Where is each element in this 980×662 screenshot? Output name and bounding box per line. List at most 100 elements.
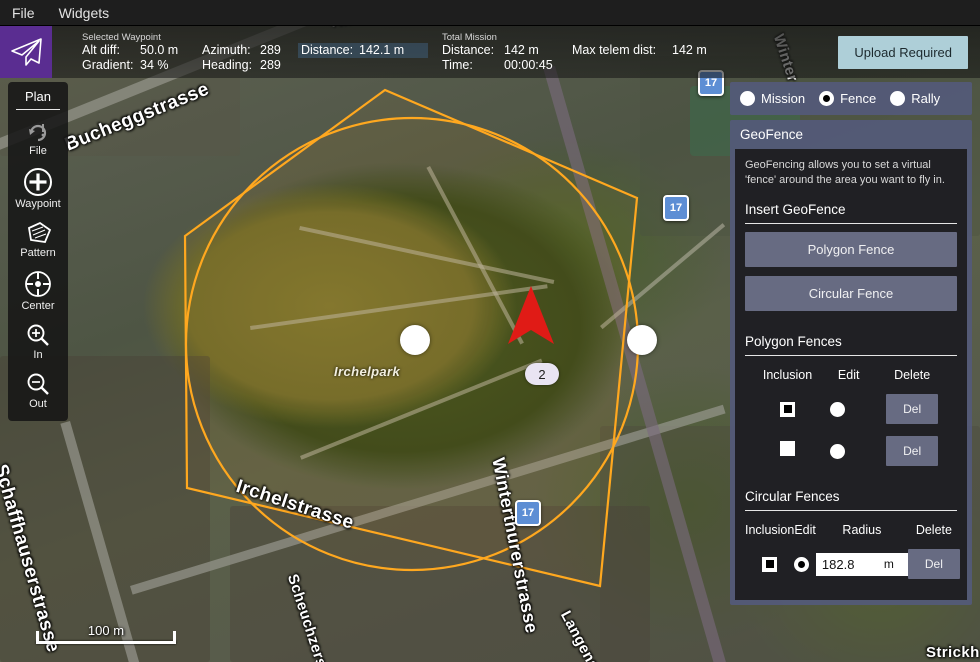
map-path xyxy=(299,226,554,284)
vehicle-arrow-icon[interactable] xyxy=(502,284,562,354)
radio-mission-label: Mission xyxy=(761,91,805,106)
file-sync-icon xyxy=(25,120,51,144)
mission-time-label: Time: xyxy=(442,58,504,73)
table-row: Del xyxy=(745,391,957,433)
polygon-fences-table: Inclusion Edit Delete Del Del xyxy=(745,364,957,475)
gradient-value: 34 % xyxy=(140,58,169,73)
tool-label: File xyxy=(29,145,47,157)
distance-label: Distance: xyxy=(301,43,359,58)
delete-button[interactable]: Del xyxy=(886,394,938,424)
edit-radio[interactable] xyxy=(830,402,845,417)
radio-rally-indicator xyxy=(890,91,905,106)
route-shield-icon: 17 xyxy=(515,500,541,526)
waypoint-marker[interactable] xyxy=(400,325,430,355)
edit-radio[interactable] xyxy=(830,444,845,459)
alt-diff-label: Alt diff: xyxy=(82,43,140,58)
mission-distance-value: 142 m xyxy=(504,43,539,58)
cell-delete: Del xyxy=(867,391,957,433)
edit-radio[interactable] xyxy=(794,557,809,572)
zoom-out-icon xyxy=(25,371,51,397)
col-edit: Edit xyxy=(794,519,816,546)
table-header-row: Inclusion Edit Radius Delete xyxy=(745,519,960,546)
radio-mission[interactable]: Mission xyxy=(740,91,805,106)
table-row: m Del xyxy=(745,546,960,588)
qgroundcontrol-window: File Widgets Bucheggstrasse Irchelstrass… xyxy=(0,0,980,662)
geofence-card-body: GeoFencing allows you to set a virtual '… xyxy=(735,149,967,600)
cell-inclusion xyxy=(745,391,830,433)
tool-pattern[interactable]: Pattern xyxy=(8,214,68,263)
divider xyxy=(745,223,957,224)
mission-time-value: 00:00:45 xyxy=(504,58,553,73)
heading-value: 289 xyxy=(260,58,281,73)
app-logo-icon[interactable] xyxy=(0,26,52,78)
geofence-description: GeoFencing allows you to set a virtual '… xyxy=(745,158,957,188)
selected-waypoint-group: Selected Waypoint Alt diff:50.0 m Gradie… xyxy=(78,26,428,78)
col-delete: Delete xyxy=(908,519,960,546)
plan-type-selector: Mission Fence Rally xyxy=(730,82,972,115)
menu-item-widgets[interactable]: Widgets xyxy=(47,2,122,24)
col-radius: Radius xyxy=(816,519,908,546)
delete-button[interactable]: Del xyxy=(886,436,938,466)
radio-rally[interactable]: Rally xyxy=(890,91,940,106)
tool-zoom-in[interactable]: In xyxy=(8,316,68,365)
polygon-pattern-icon xyxy=(23,220,53,246)
inclusion-checkbox[interactable] xyxy=(780,441,795,456)
tool-label: Center xyxy=(21,300,54,312)
upload-required-button[interactable]: Upload Required xyxy=(838,36,968,69)
cell-delete: Del xyxy=(908,546,960,588)
scale-bar-label: 100 m xyxy=(36,623,176,638)
inclusion-checkbox[interactable] xyxy=(762,557,777,572)
mission-distance-label: Distance: xyxy=(442,43,504,58)
cell-radius: m xyxy=(816,546,908,588)
col-delete: Delete xyxy=(867,364,957,391)
radio-rally-label: Rally xyxy=(911,91,940,106)
radius-unit: m xyxy=(884,557,894,571)
waypoint-marker[interactable] xyxy=(627,325,657,355)
distance-value: 142.1 m xyxy=(359,43,404,58)
delete-button[interactable]: Del xyxy=(908,549,960,579)
geofence-panel: Mission Fence Rally GeoFence GeoFencing … xyxy=(730,82,972,605)
selected-waypoint-caption: Selected Waypoint xyxy=(82,32,428,43)
map-label-park: Irchelpark xyxy=(334,364,400,379)
cell-delete: Del xyxy=(867,433,957,475)
insert-geofence-title: Insert GeoFence xyxy=(745,202,957,217)
cell-edit xyxy=(830,391,867,433)
total-mission-group: Total Mission Distance:142 m Time:00:00:… xyxy=(438,26,742,78)
paper-plane-icon xyxy=(9,37,43,67)
cell-inclusion xyxy=(745,546,794,588)
tool-waypoint[interactable]: Waypoint xyxy=(8,161,68,214)
menu-bar: File Widgets xyxy=(0,0,980,26)
divider xyxy=(16,109,60,110)
plan-panel-title: Plan xyxy=(8,87,68,109)
radio-mission-indicator xyxy=(740,91,755,106)
col-inclusion: Inclusion xyxy=(745,364,830,391)
gradient-label: Gradient: xyxy=(82,58,140,73)
divider xyxy=(745,510,957,511)
radius-field[interactable]: m xyxy=(816,553,908,576)
crosshair-center-icon xyxy=(23,269,53,299)
max-telem-label: Max telem dist: xyxy=(572,43,672,58)
tool-zoom-out[interactable]: Out xyxy=(8,365,68,414)
azimuth-value: 289 xyxy=(260,43,281,58)
radio-fence[interactable]: Fence xyxy=(819,91,876,106)
tool-file[interactable]: File xyxy=(8,114,68,161)
alt-diff-value: 50.0 m xyxy=(140,43,178,58)
polygon-fences-title: Polygon Fences xyxy=(745,334,957,349)
circular-fence-button[interactable]: Circular Fence xyxy=(745,276,957,311)
route-shield-icon: 17 xyxy=(663,195,689,221)
map-scale-bar: 100 m xyxy=(36,623,176,644)
circular-fences-table: Inclusion Edit Radius Delete m xyxy=(745,519,960,588)
menu-item-file[interactable]: File xyxy=(0,2,47,24)
cell-inclusion xyxy=(745,433,830,475)
tool-center[interactable]: Center xyxy=(8,263,68,316)
polygon-fence-button[interactable]: Polygon Fence xyxy=(745,232,957,267)
map-path xyxy=(600,223,725,329)
tool-label: Pattern xyxy=(20,247,55,259)
col-edit: Edit xyxy=(830,364,867,391)
waypoint-marker-2[interactable]: 2 xyxy=(525,363,559,385)
inclusion-checkbox[interactable] xyxy=(780,402,795,417)
col-inclusion: Inclusion xyxy=(745,519,794,546)
heading-label: Heading: xyxy=(202,58,260,73)
scale-bar-line xyxy=(36,641,176,644)
radius-input[interactable] xyxy=(822,557,880,572)
